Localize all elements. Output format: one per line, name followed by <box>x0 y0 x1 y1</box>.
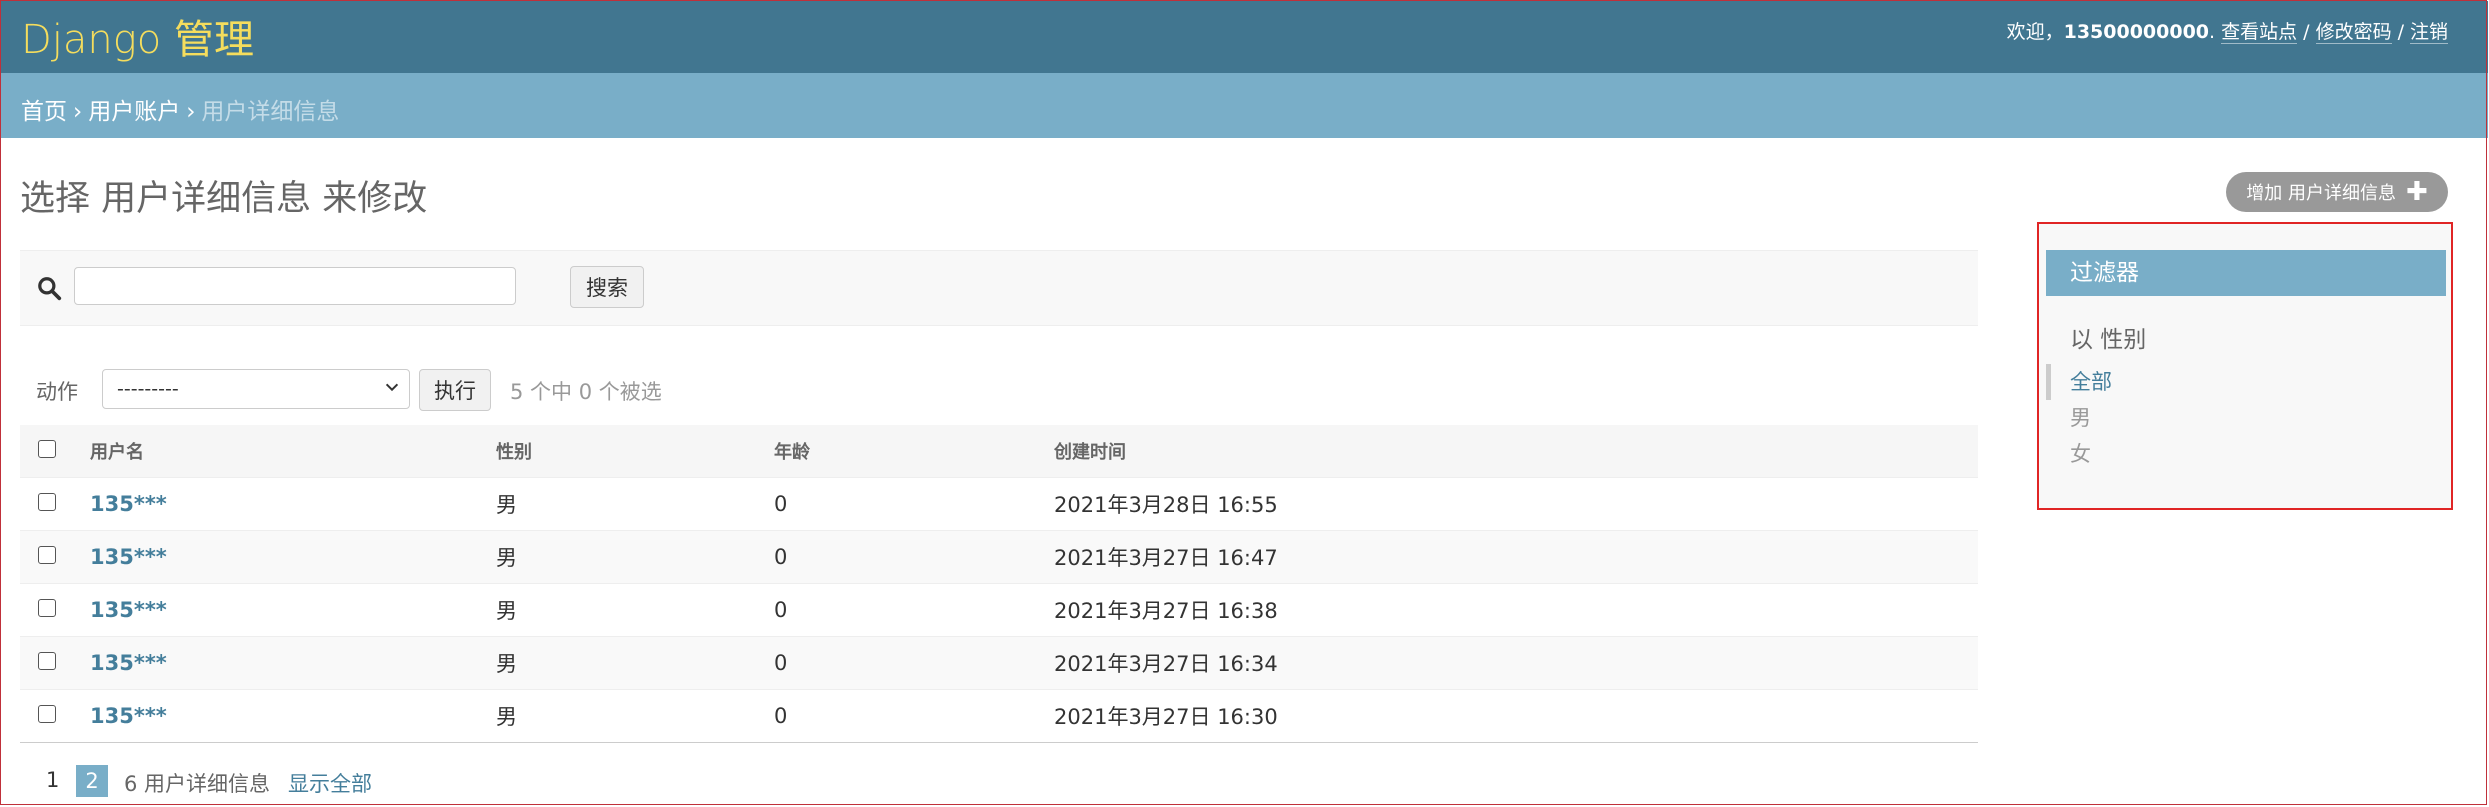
select-all-checkbox[interactable] <box>38 439 56 458</box>
welcome-text: 欢迎， <box>2006 21 2064 43</box>
chevron-down-icon <box>385 383 399 392</box>
row-checkbox[interactable] <box>38 652 56 670</box>
search-toolbar: 搜索 <box>20 250 1978 326</box>
select-all-cell <box>20 425 90 478</box>
site-name[interactable]: Django 管理 <box>21 7 254 65</box>
show-all-link[interactable]: 显示全部 <box>288 768 372 798</box>
page-title: 选择 用户详细信息 来修改 <box>20 179 428 219</box>
column-age[interactable]: 年龄 <box>774 425 1054 478</box>
add-button-label: 增加 用户详细信息 <box>2246 183 2396 204</box>
age-cell: 0 <box>774 477 1054 531</box>
action-counter: 5 个中 0 个被选 <box>510 380 662 404</box>
current-page: 2 <box>76 765 108 797</box>
row-checkbox[interactable] <box>38 546 56 564</box>
filter-option-male-link[interactable]: 男 <box>2070 406 2091 430</box>
age-cell: 0 <box>774 689 1054 743</box>
action-label: 动作 <box>36 380 78 404</box>
username-link[interactable]: 135*** <box>90 545 167 569</box>
filter-option-all[interactable]: 全部 <box>2046 364 2446 400</box>
user-tools: 欢迎，13500000000. 查看站点 / 修改密码 / 注销 <box>2006 21 2448 44</box>
username-link[interactable]: 135*** <box>90 651 167 675</box>
gender-cell: 男 <box>496 636 774 690</box>
breadcrumb-current: 用户详细信息 <box>201 99 340 125</box>
age-cell: 0 <box>774 636 1054 690</box>
filter-options: 全部 男 女 <box>2046 364 2446 472</box>
age-cell: 0 <box>774 583 1054 637</box>
logout-link[interactable]: 注销 <box>2409 21 2448 44</box>
username: 13500000000 <box>2063 21 2210 43</box>
age-cell: 0 <box>774 530 1054 584</box>
breadcrumb: 首页 › 用户账户 › 用户详细信息 <box>1 73 2488 138</box>
filter-panel: 过滤器 以 性别 全部 男 女 <box>2037 222 2453 510</box>
breadcrumb-app[interactable]: 用户账户 <box>88 99 180 125</box>
table-header-row: 用户名 性别 年龄 创建时间 <box>20 425 1978 478</box>
search-button[interactable]: 搜索 <box>570 266 644 308</box>
table-row: 135*** 男 0 2021年3月27日 16:47 <box>20 530 1978 584</box>
filter-title: 过滤器 <box>2046 250 2446 296</box>
actions-bar: 动作 --------- 执行 5 个中 0 个被选 <box>20 365 1320 415</box>
paginator: 1 2 6 用户详细信息 显示全部 <box>20 765 920 801</box>
header: Django 管理 欢迎，13500000000. 查看站点 / 修改密码 / 注销 <box>1 1 2488 73</box>
created-cell: 2021年3月27日 16:34 <box>1054 636 1978 690</box>
created-cell: 2021年3月27日 16:47 <box>1054 530 1978 584</box>
filter-option-male[interactable]: 男 <box>2046 400 2446 436</box>
column-gender[interactable]: 性别 <box>496 425 774 478</box>
username-link[interactable]: 135*** <box>90 598 167 622</box>
created-cell: 2021年3月27日 16:30 <box>1054 689 1978 743</box>
action-select[interactable]: --------- <box>102 369 410 409</box>
table-row: 135*** 男 0 2021年3月27日 16:30 <box>20 689 1978 743</box>
search-icon <box>38 277 62 301</box>
result-table: 用户名 性别 年龄 创建时间 135*** 男 0 2021年3月28日 16:… <box>20 425 1978 743</box>
row-checkbox[interactable] <box>38 493 56 511</box>
run-action-button[interactable]: 执行 <box>419 369 491 411</box>
change-password-link[interactable]: 修改密码 <box>2315 21 2392 44</box>
filter-by-gender: 以 性别 <box>2070 327 2147 353</box>
table-row: 135*** 男 0 2021年3月28日 16:55 <box>20 477 1978 531</box>
plus-icon: ✚ <box>2405 177 2428 207</box>
gender-cell: 男 <box>496 689 774 743</box>
search-input[interactable] <box>74 267 516 305</box>
filter-option-all-link[interactable]: 全部 <box>2070 370 2112 394</box>
column-created[interactable]: 创建时间 <box>1054 425 1978 478</box>
created-cell: 2021年3月27日 16:38 <box>1054 583 1978 637</box>
created-cell: 2021年3月28日 16:55 <box>1054 477 1978 531</box>
username-link[interactable]: 135*** <box>90 704 167 728</box>
breadcrumb-home[interactable]: 首页 <box>21 99 67 125</box>
filter-option-female[interactable]: 女 <box>2046 436 2446 472</box>
column-username[interactable]: 用户名 <box>90 425 496 478</box>
page-link-1[interactable]: 1 <box>46 768 59 792</box>
filter-option-female-link[interactable]: 女 <box>2070 442 2091 466</box>
result-count: 6 用户详细信息 <box>124 772 271 796</box>
table-row: 135*** 男 0 2021年3月27日 16:38 <box>20 583 1978 637</box>
gender-cell: 男 <box>496 583 774 637</box>
view-site-link[interactable]: 查看站点 <box>2221 21 2298 44</box>
row-checkbox[interactable] <box>38 599 56 617</box>
action-select-value: --------- <box>117 378 179 400</box>
row-checkbox[interactable] <box>38 705 56 723</box>
table-row: 135*** 男 0 2021年3月27日 16:34 <box>20 636 1978 690</box>
add-user-detail-button[interactable]: 增加 用户详细信息 ✚ <box>2226 172 2448 212</box>
username-link[interactable]: 135*** <box>90 492 167 516</box>
gender-cell: 男 <box>496 530 774 584</box>
gender-cell: 男 <box>496 477 774 531</box>
